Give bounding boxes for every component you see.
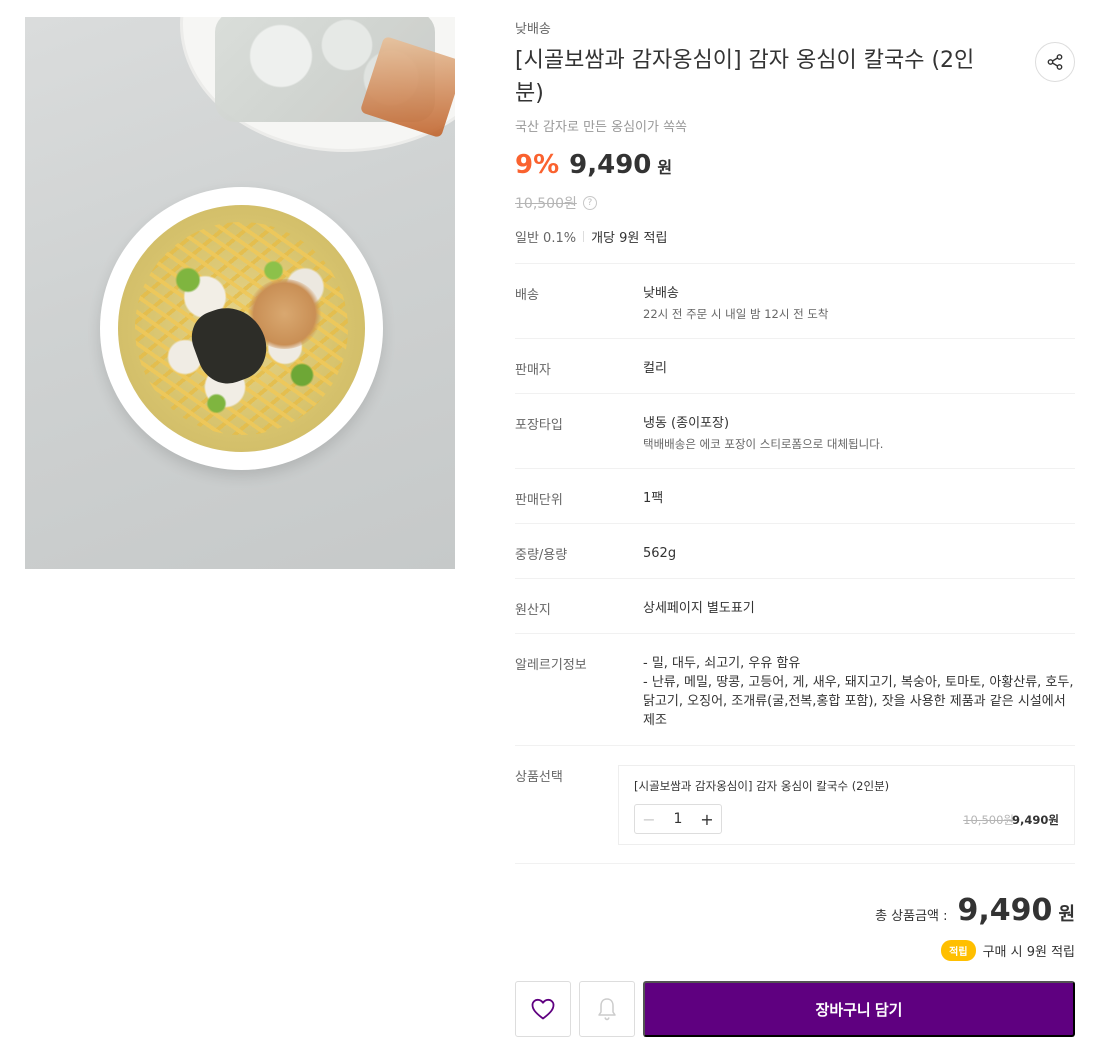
total-price: 9,490 bbox=[957, 893, 1053, 928]
info-label: 판매자 bbox=[515, 363, 551, 378]
info-value: 컬리 bbox=[643, 361, 667, 376]
info-row-weight: 중량/용량 562g bbox=[515, 524, 1075, 579]
original-price-row: 10,500원 ? bbox=[515, 193, 597, 213]
point-info: 일반 0.1% 개당 9원 적립 bbox=[515, 227, 667, 246]
restock-alert-button[interactable] bbox=[579, 981, 635, 1037]
info-value: 562g bbox=[643, 546, 677, 561]
option-name: [시골보쌈과 감자옹심이] 감자 옹심이 칼국수 (2인분) bbox=[634, 779, 890, 793]
sale-price: 9,490 bbox=[569, 150, 652, 180]
reward-row: 적립 구매 시 9원 적립 bbox=[941, 940, 1075, 961]
info-sub: 22시 전 주문 시 내일 밤 12시 전 도착 bbox=[643, 307, 829, 321]
info-value: 상세페이지 별도표기 bbox=[643, 601, 755, 616]
info-label: 중량/용량 bbox=[515, 548, 568, 563]
option-label: 상품선택 bbox=[515, 770, 563, 785]
info-sub: 택배배송은 에코 포장이 스티로폼으로 대체됩니다. bbox=[643, 437, 884, 451]
product-image bbox=[25, 17, 455, 569]
share-icon bbox=[1047, 54, 1063, 70]
heart-icon bbox=[531, 998, 555, 1020]
increase-button[interactable]: + bbox=[693, 805, 721, 833]
share-button[interactable] bbox=[1035, 42, 1075, 82]
info-value: 냉동 (종이포장) bbox=[643, 416, 730, 431]
point-detail: 개당 9원 적립 bbox=[591, 231, 668, 246]
info-row-origin: 원산지 상세페이지 별도표기 bbox=[515, 579, 1075, 634]
info-value: 낮배송 bbox=[643, 286, 679, 301]
info-value-block: - 밀, 대두, 쇠고기, 우유 함유 - 난류, 메밀, 땅콩, 고등어, 게… bbox=[643, 634, 1075, 745]
info-label: 판매단위 bbox=[515, 493, 563, 508]
info-value-block: 냉동 (종이포장) 택배배송은 에코 포장이 스티로폼으로 대체됩니다. bbox=[643, 394, 1075, 468]
divider bbox=[583, 231, 585, 242]
price-row: 9% 9,490 원 bbox=[515, 150, 672, 180]
info-row-packaging: 포장타입 냉동 (종이포장) 택배배송은 에코 포장이 스티로폼으로 대체됩니다… bbox=[515, 394, 1075, 469]
info-label: 배송 bbox=[515, 288, 539, 303]
price-unit: 원 bbox=[657, 158, 673, 177]
info-row-delivery: 배송 낮배송 22시 전 주문 시 내일 밤 12시 전 도착 bbox=[515, 264, 1075, 339]
quantity-stepper: − 1 + bbox=[634, 804, 722, 834]
info-row-unit: 판매단위 1팩 bbox=[515, 469, 1075, 524]
original-price: 10,500원 bbox=[515, 196, 577, 212]
point-grade: 일반 0.1% bbox=[515, 231, 577, 246]
info-label: 포장타입 bbox=[515, 418, 563, 433]
option-box: [시골보쌈과 감자옹심이] 감자 옹심이 칼국수 (2인분) − 1 + 10,… bbox=[618, 765, 1075, 845]
info-value-block: 낮배송 22시 전 주문 시 내일 밤 12시 전 도착 bbox=[643, 264, 1075, 338]
info-row-allergy: 알레르기정보 - 밀, 대두, 쇠고기, 우유 함유 - 난류, 메밀, 땅콩,… bbox=[515, 634, 1075, 746]
add-to-cart-button[interactable]: 장바구니 담기 bbox=[643, 981, 1075, 1037]
option-price: 9,490원 bbox=[1012, 813, 1059, 827]
info-value-2: - 난류, 메밀, 땅콩, 고등어, 게, 새우, 돼지고기, 복숭아, 토마토… bbox=[643, 675, 1074, 728]
total-price-row: 총 상품금액 : 9,490 원 bbox=[875, 893, 1075, 928]
wishlist-button[interactable] bbox=[515, 981, 571, 1037]
info-icon[interactable]: ? bbox=[582, 196, 597, 210]
reward-badge: 적립 bbox=[941, 940, 976, 961]
info-label: 원산지 bbox=[515, 603, 551, 618]
product-subtitle: 국산 감자로 만든 옹심이가 쏙쏙 bbox=[515, 120, 688, 135]
product-info-table: 배송 낮배송 22시 전 주문 시 내일 밤 12시 전 도착 판매자 컬리 포… bbox=[515, 263, 1075, 746]
info-value: - 밀, 대두, 쇠고기, 우유 함유 bbox=[643, 656, 801, 671]
decrease-button[interactable]: − bbox=[635, 805, 663, 833]
action-bar: 장바구니 담기 bbox=[515, 981, 1075, 1037]
product-title: [시골보쌈과 감자옹심이] 감자 옹심이 칼국수 (2인분) bbox=[515, 48, 975, 106]
total-label: 총 상품금액 : bbox=[875, 909, 948, 924]
divider bbox=[515, 863, 1075, 864]
bell-icon bbox=[598, 998, 616, 1021]
delivery-type: 낮배송 bbox=[515, 22, 551, 37]
reward-text: 구매 시 9원 적립 bbox=[982, 945, 1075, 960]
quantity-value: 1 bbox=[673, 811, 683, 827]
option-original-price: 10,500원 bbox=[963, 813, 1014, 827]
total-unit: 원 bbox=[1058, 904, 1075, 925]
info-row-seller: 판매자 컬리 bbox=[515, 339, 1075, 394]
info-label: 알레르기정보 bbox=[515, 658, 587, 673]
discount-rate: 9% bbox=[515, 150, 560, 180]
info-value: 1팩 bbox=[643, 491, 664, 506]
